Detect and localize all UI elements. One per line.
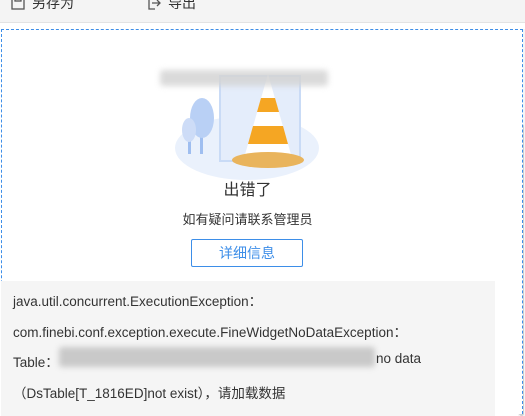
- redacted-widget-name: [160, 70, 328, 86]
- error-title: 出错了: [223, 182, 272, 199]
- export-icon: [148, 0, 161, 10]
- error-line-1: java.util.concurrent.ExecutionException：: [13, 294, 263, 309]
- error-subtitle: 如有疑问请联系管理员: [182, 212, 313, 227]
- export-label: 导出: [168, 0, 196, 11]
- error-details-panel: java.util.concurrent.ExecutionException：…: [1, 281, 495, 416]
- redacted-table-name: [59, 347, 375, 367]
- save-as-icon: [11, 0, 25, 10]
- export-button[interactable]: 导出: [146, 0, 196, 12]
- toolbar: 另存为 导出: [0, 0, 525, 23]
- error-line-3-prefix: Table：: [13, 355, 59, 370]
- save-as-label: 另存为: [32, 0, 74, 11]
- error-line-4: （DsTable[T_1816ED]not exist），请加载数据: [13, 386, 286, 401]
- save-as-button[interactable]: 另存为: [10, 0, 74, 12]
- details-button[interactable]: 详细信息: [191, 239, 303, 267]
- error-line-2: com.finebi.conf.exception.execute.FineWi…: [13, 325, 407, 340]
- error-line-3-suffix: no data: [376, 351, 422, 366]
